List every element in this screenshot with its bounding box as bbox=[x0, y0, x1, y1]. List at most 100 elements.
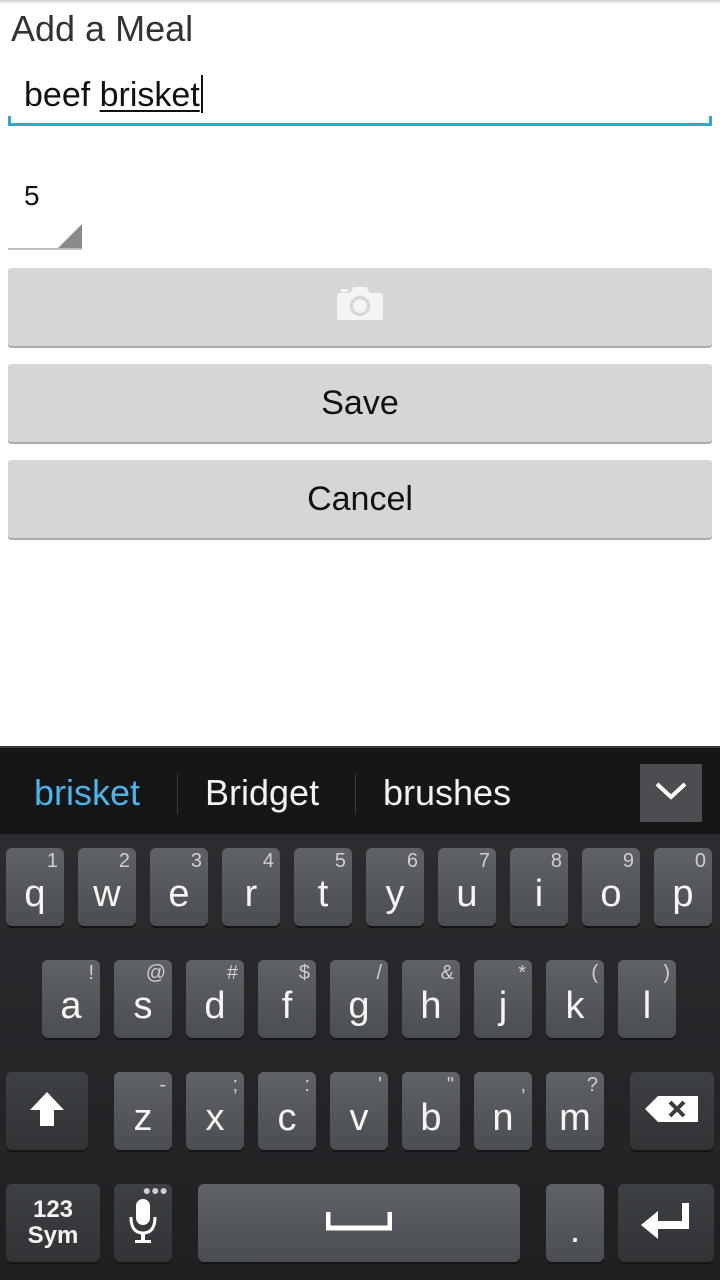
key-hint: * bbox=[518, 962, 526, 984]
key-label: n bbox=[492, 1097, 514, 1139]
key-n[interactable]: ,n bbox=[474, 1072, 532, 1150]
space-key[interactable] bbox=[198, 1184, 520, 1262]
status-shadow bbox=[0, 0, 720, 4]
key-label: f bbox=[281, 985, 293, 1027]
suggestion-3[interactable]: brushes bbox=[383, 772, 511, 814]
take-photo-button[interactable] bbox=[8, 268, 712, 346]
symbols-key-bottom: Sym bbox=[27, 1222, 79, 1249]
key-hint: / bbox=[376, 962, 382, 984]
key-hint: 5 bbox=[334, 850, 346, 872]
key-j[interactable]: * j bbox=[474, 960, 532, 1038]
key-label: g bbox=[348, 985, 370, 1027]
key-u[interactable]: 7u bbox=[438, 848, 496, 926]
key-hint: 2 bbox=[118, 850, 130, 872]
camera-icon bbox=[336, 285, 384, 330]
key-hint: 1 bbox=[46, 850, 58, 872]
period-key-label: . bbox=[569, 1209, 581, 1251]
key-i[interactable]: 8i bbox=[510, 848, 568, 926]
key-label: z bbox=[133, 1097, 153, 1139]
key-label: j bbox=[498, 985, 508, 1027]
input-underline bbox=[8, 116, 712, 126]
key-label: m bbox=[559, 1097, 591, 1139]
key-y[interactable]: 6y bbox=[366, 848, 424, 926]
key-hint: 3 bbox=[190, 850, 202, 872]
key-c[interactable]: :c bbox=[258, 1072, 316, 1150]
key-b[interactable]: " b bbox=[402, 1072, 460, 1150]
key-label: k bbox=[565, 985, 585, 1027]
key-l[interactable]: ) l bbox=[618, 960, 676, 1038]
key-hint: ! bbox=[88, 962, 94, 984]
key-label: y bbox=[385, 873, 405, 915]
key-h[interactable]: & h bbox=[402, 960, 460, 1038]
key-g[interactable]: / g bbox=[330, 960, 388, 1038]
key-hint: 0 bbox=[694, 850, 706, 872]
key-hint: # bbox=[226, 962, 238, 984]
key-x[interactable]: ; x bbox=[186, 1072, 244, 1150]
key-m[interactable]: ? m bbox=[546, 1072, 604, 1150]
key-hint: : bbox=[304, 1074, 310, 1096]
key-label: q bbox=[24, 873, 46, 915]
key-label: e bbox=[168, 873, 190, 915]
suggestion-divider bbox=[177, 774, 178, 814]
meal-name-value: beef brisket bbox=[24, 75, 203, 115]
chevron-down-icon bbox=[654, 781, 688, 806]
key-r[interactable]: 4r bbox=[222, 848, 280, 926]
key-hint: ) bbox=[663, 962, 670, 984]
suggestion-divider bbox=[355, 774, 356, 814]
key-label: a bbox=[60, 985, 82, 1027]
key-label: i bbox=[534, 873, 544, 915]
key-v[interactable]: ' v bbox=[330, 1072, 388, 1150]
key-p[interactable]: 0p bbox=[654, 848, 712, 926]
key-label: t bbox=[317, 873, 329, 915]
key-label: h bbox=[420, 985, 442, 1027]
shift-icon bbox=[27, 1089, 67, 1134]
key-d[interactable]: # d bbox=[186, 960, 244, 1038]
key-f[interactable]: $ f bbox=[258, 960, 316, 1038]
key-hint: - bbox=[159, 1074, 166, 1096]
spinner-dropdown-icon bbox=[58, 224, 82, 248]
save-button[interactable]: Save bbox=[8, 364, 712, 442]
space-icon bbox=[325, 1210, 393, 1237]
backspace-icon bbox=[644, 1095, 700, 1128]
meal-name-input[interactable]: beef brisket bbox=[8, 64, 712, 126]
suggestion-strip: brisket Bridget brushes bbox=[0, 746, 720, 834]
spinner-underline bbox=[8, 248, 82, 250]
meal-name-prefix: beef bbox=[24, 76, 100, 114]
key-e[interactable]: 3e bbox=[150, 848, 208, 926]
symbols-key-top: 123 bbox=[32, 1196, 74, 1223]
suggestion-2[interactable]: Bridget bbox=[205, 772, 319, 814]
key-hint: , bbox=[520, 1074, 526, 1096]
key-hint: ? bbox=[586, 1074, 598, 1096]
cancel-button[interactable]: Cancel bbox=[8, 460, 712, 538]
backspace-key[interactable] bbox=[630, 1072, 714, 1150]
key-a[interactable]: ! a bbox=[42, 960, 100, 1038]
collapse-suggestions-button[interactable] bbox=[640, 764, 702, 822]
quantity-spinner[interactable]: 5 bbox=[8, 168, 82, 250]
suggestion-1[interactable]: brisket bbox=[34, 772, 140, 814]
key-k[interactable]: (k bbox=[546, 960, 604, 1038]
quantity-value: 5 bbox=[24, 180, 40, 211]
key-o[interactable]: 9o bbox=[582, 848, 640, 926]
shift-key[interactable] bbox=[6, 1072, 88, 1150]
voice-input-key[interactable]: ●●● bbox=[114, 1182, 172, 1262]
key-label: u bbox=[456, 873, 478, 915]
key-label: o bbox=[600, 873, 622, 915]
key-label: c bbox=[277, 1097, 297, 1139]
period-key[interactable]: . bbox=[546, 1184, 604, 1262]
soft-keyboard: brisket Bridget brushes 1q2w3e4r5t6y7u8i… bbox=[0, 746, 720, 1280]
key-q[interactable]: 1q bbox=[6, 848, 64, 926]
key-hint: 4 bbox=[262, 850, 274, 872]
key-hint: 8 bbox=[550, 850, 562, 872]
key-z[interactable]: -z bbox=[114, 1072, 172, 1150]
key-label: l bbox=[642, 985, 652, 1027]
key-w[interactable]: 2w bbox=[78, 848, 136, 926]
enter-key[interactable] bbox=[618, 1184, 714, 1262]
key-t[interactable]: 5t bbox=[294, 848, 352, 926]
key-s[interactable]: @ s bbox=[114, 960, 172, 1038]
key-hint: 6 bbox=[406, 850, 418, 872]
key-hint: " bbox=[446, 1074, 454, 1096]
key-hint: & bbox=[440, 962, 454, 984]
key-label: x bbox=[205, 1097, 225, 1139]
key-label: s bbox=[133, 985, 153, 1027]
symbols-key[interactable]: 123 Sym bbox=[6, 1184, 100, 1262]
